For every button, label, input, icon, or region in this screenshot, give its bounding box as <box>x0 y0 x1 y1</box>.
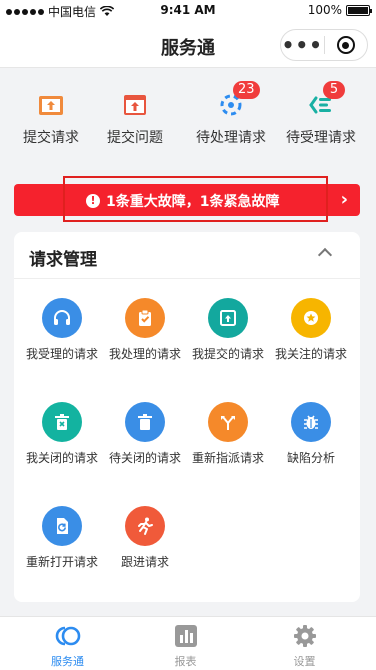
grid-item-label: 重新指派请求 <box>191 451 264 465</box>
trash-icon <box>125 402 165 442</box>
my-processed-requests[interactable]: 我处理的请求 <box>103 298 187 362</box>
pending-processing-badge: 23 <box>233 81 260 99</box>
quick-actions: 提交请求 提交问题 23 待处理请求 5 待受理请求 <box>0 69 376 169</box>
clipboard-check-icon <box>125 298 165 338</box>
bug-icon <box>291 402 331 442</box>
battery-percent: 100% <box>307 3 342 17</box>
pending-accept-button[interactable]: 5 待受理请求 <box>274 81 368 147</box>
upload-box-icon <box>37 91 65 119</box>
battery-fill <box>348 6 368 14</box>
defect-analysis[interactable]: 缺陷分析 <box>269 402 353 466</box>
my-closed-requests[interactable]: 我关闭的请求 <box>20 402 104 466</box>
grid-item-label: 我关注的请求 <box>274 347 347 361</box>
gear-icon <box>292 623 318 649</box>
reassign-requests[interactable]: 重新指派请求 <box>186 402 270 466</box>
grid-item-label: 我处理的请求 <box>108 347 181 361</box>
list-arrow-icon: 5 <box>307 81 345 119</box>
grid-item-label: 我受理的请求 <box>25 347 98 361</box>
exclamation-icon: ! <box>86 194 100 208</box>
submit-request-button[interactable]: 提交请求 <box>4 91 98 147</box>
pending-close-requests[interactable]: 待关闭的请求 <box>103 402 187 466</box>
quick-action-label: 待受理请求 <box>286 130 356 146</box>
upload-window-icon <box>208 298 248 338</box>
my-followed-requests[interactable]: 我关注的请求 <box>269 298 353 362</box>
battery-icon <box>346 4 372 16</box>
mini-program-capsule: ••• <box>280 29 368 61</box>
grid-item-label: 待关闭的请求 <box>108 451 181 465</box>
pending-accept-badge: 5 <box>323 81 345 99</box>
quick-action-label: 待处理请求 <box>196 130 266 146</box>
pending-processing-button[interactable]: 23 待处理请求 <box>184 81 278 147</box>
quick-action-label: 提交请求 <box>23 130 79 146</box>
target-icon <box>336 36 355 54</box>
fault-alert-bar[interactable]: ! 1条重大故障，1条紧急故障 › <box>14 176 360 222</box>
star-icon <box>291 298 331 338</box>
tab-label: 服务通 <box>51 655 84 668</box>
reopen-doc-icon <box>42 506 82 546</box>
nav-bar: 服务通 ••• <box>0 22 376 68</box>
alert-text: 1条重大故障，1条紧急故障 <box>106 194 280 210</box>
tab-settings[interactable]: 设置 <box>242 623 367 669</box>
grid-item-label: 缺陷分析 <box>286 451 335 465</box>
upload-window-icon <box>121 91 149 119</box>
bar-chart-icon <box>173 623 199 649</box>
alert-content: ! 1条重大故障，1条紧急故障 <box>86 191 279 211</box>
request-management-panel: 请求管理 我受理的请求 我处理的请求 我提交的请求 我关注的请求 我关闭的请求 <box>14 232 360 602</box>
running-person-icon <box>125 506 165 546</box>
grid-item-label: 我提交的请求 <box>191 347 264 361</box>
tab-label: 报表 <box>174 655 197 668</box>
my-submitted-requests[interactable]: 我提交的请求 <box>186 298 270 362</box>
service-logo-icon <box>55 623 81 649</box>
grid-item-label: 我关闭的请求 <box>25 451 98 465</box>
grid-item-label: 跟进请求 <box>120 555 169 569</box>
loading-circle-icon: 23 <box>217 81 260 119</box>
chevron-right-icon: › <box>340 189 348 210</box>
close-button[interactable] <box>324 36 367 54</box>
quick-action-label: 提交问题 <box>107 130 163 146</box>
panel-header: 请求管理 <box>14 232 360 279</box>
submit-issue-button[interactable]: 提交问题 <box>88 91 182 147</box>
split-arrow-icon <box>208 402 248 442</box>
status-bar: 中国电信 9:41 AM 100% <box>0 0 376 22</box>
chevron-up-icon[interactable] <box>317 247 333 263</box>
follow-up-requests[interactable]: 跟进请求 <box>103 506 187 570</box>
my-accepted-requests[interactable]: 我受理的请求 <box>20 298 104 362</box>
tab-service[interactable]: 服务通 <box>5 623 130 669</box>
trash-x-icon <box>42 402 82 442</box>
grid-item-label: 重新打开请求 <box>25 555 98 569</box>
more-dots-icon[interactable]: ••• <box>281 32 324 58</box>
reopen-requests[interactable]: 重新打开请求 <box>20 506 104 570</box>
tab-bar: 服务通 报表 设置 <box>0 616 376 670</box>
tab-reports[interactable]: 报表 <box>123 623 248 669</box>
panel-title: 请求管理 <box>29 250 97 270</box>
tab-label: 设置 <box>293 655 316 668</box>
battery-info: 100% <box>307 3 372 17</box>
headset-icon <box>42 298 82 338</box>
